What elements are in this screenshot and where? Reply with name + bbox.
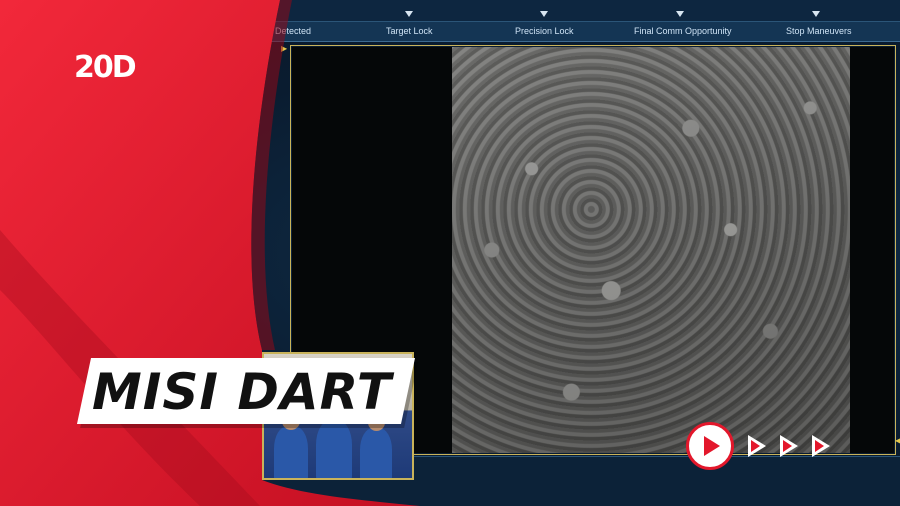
bottom-panel <box>0 456 900 506</box>
forward-chevron-icon <box>780 435 798 457</box>
timeline-marker <box>676 11 684 17</box>
person <box>316 420 352 478</box>
video-title: MISI DART <box>92 363 392 421</box>
frame-corner-arrow-icon: ▶ <box>281 44 288 53</box>
timeline-track <box>0 0 900 22</box>
video-frame: s Detected Target Lock Precision Lock Fi… <box>0 0 900 506</box>
timeline-label-final-comm: Final Comm Opportunity <box>634 26 732 36</box>
forward-chevron-icon <box>748 435 766 457</box>
timeline-labels: s Detected Target Lock Precision Lock Fi… <box>0 22 900 42</box>
forward-chevron-icon <box>812 435 830 457</box>
timeline-marker <box>812 11 820 17</box>
timeline-label-precision-lock: Precision Lock <box>515 26 574 36</box>
person <box>360 428 392 478</box>
timeline-label-target-lock: Target Lock <box>386 26 433 36</box>
brand-logo: 20D <box>74 50 137 85</box>
timeline-marker <box>405 11 413 17</box>
timeline-label-detected: s Detected <box>268 26 312 36</box>
play-icon <box>704 436 720 456</box>
timeline-marker <box>540 11 548 17</box>
timeline-label-stop-maneuvers: Stop Maneuvers <box>786 26 852 36</box>
person <box>274 426 308 478</box>
frame-corner-arrow-icon: ◀ <box>895 436 900 445</box>
play-button[interactable] <box>686 422 734 470</box>
